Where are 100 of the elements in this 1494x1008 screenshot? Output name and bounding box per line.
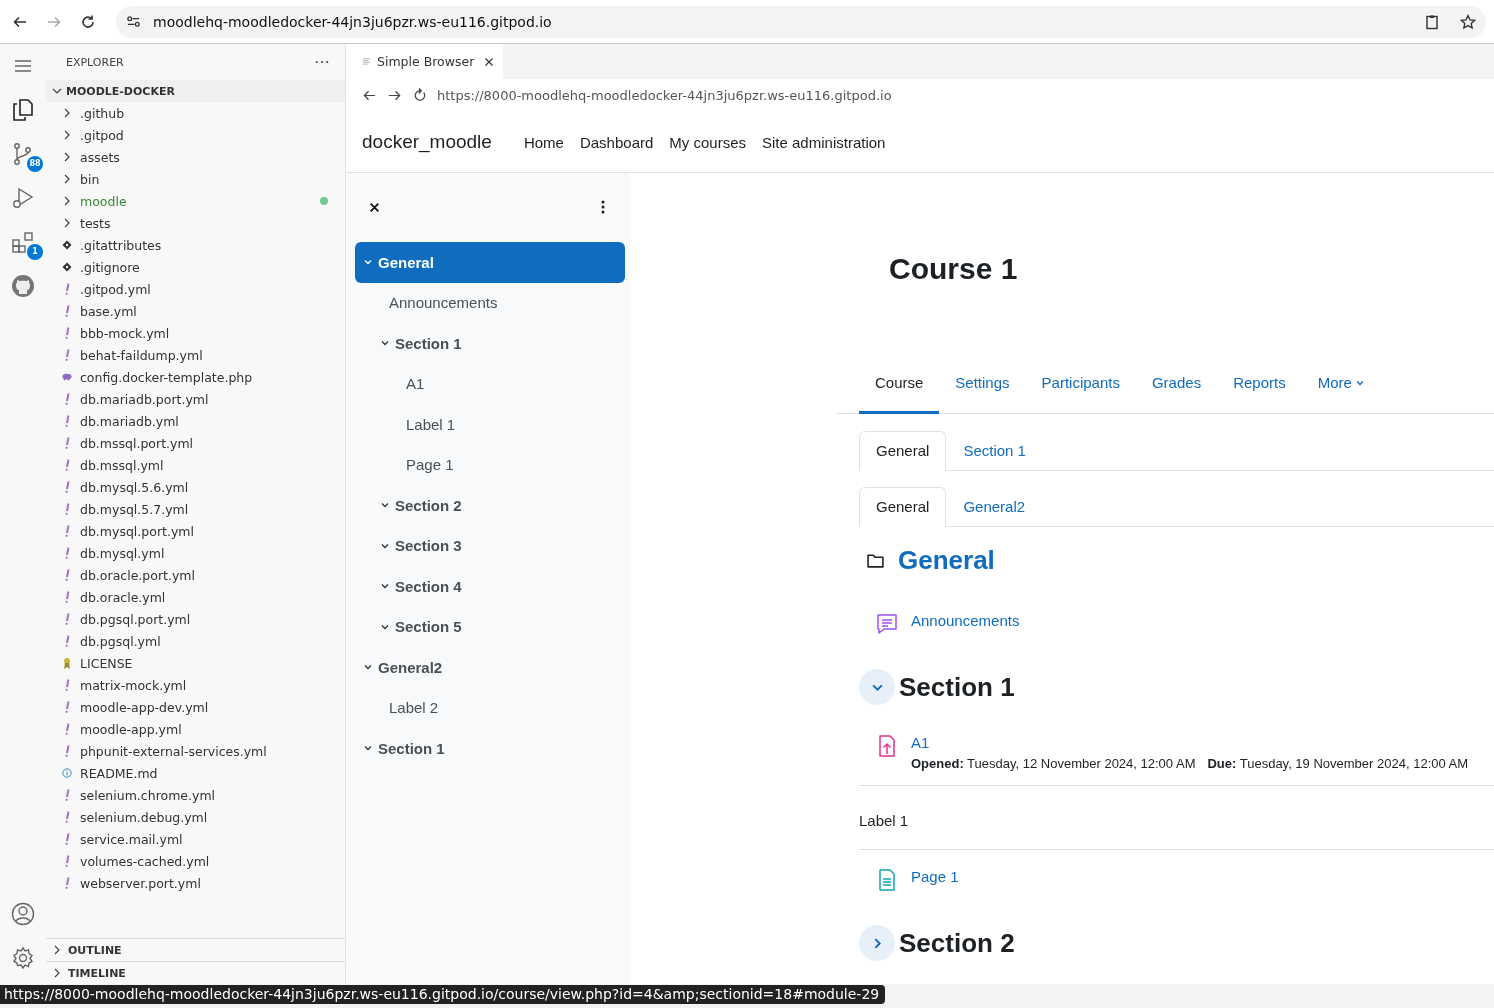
- more-actions-icon[interactable]: [315, 60, 329, 64]
- back-icon[interactable]: [362, 88, 377, 103]
- file-tree-item[interactable]: moodle: [46, 190, 345, 212]
- url-field[interactable]: https://8000-moodlehq-moodledocker-44jn3ju6pzr.ws-eu116.gitpod.io: [437, 88, 892, 103]
- nav-link[interactable]: Home: [523, 133, 564, 151]
- workspace-folder[interactable]: MOODLE-DOCKER: [46, 80, 345, 102]
- file-tree-item[interactable]: selenium.chrome.yml: [46, 784, 345, 806]
- course-index-item[interactable]: Announcements: [355, 282, 625, 323]
- file-tree-item[interactable]: db.mysql.yml: [46, 542, 345, 564]
- file-tree-item[interactable]: .gitattributes: [46, 234, 345, 256]
- chevron-right-icon: [62, 129, 72, 141]
- collapse-toggle-button[interactable]: [859, 925, 895, 961]
- file-tree-item[interactable]: bbb-mock.yml: [46, 322, 345, 344]
- course-tab[interactable]: Grades: [1135, 362, 1218, 414]
- link-status-tooltip: https://8000-moodlehq-moodledocker-44jn3ju6pzr.ws-eu116.gitpod.io/course/view.php?id=4&amp;sectionid=18#module-29: [0, 985, 886, 1004]
- course-tab[interactable]: Reports: [1217, 362, 1302, 414]
- file-tree-item[interactable]: base.yml: [46, 300, 345, 322]
- chevron-right-icon: [62, 195, 72, 207]
- extensions-icon[interactable]: [11, 230, 35, 254]
- file-tree-item[interactable]: LICENSE: [46, 652, 345, 674]
- github-icon[interactable]: [11, 274, 35, 298]
- panel-header[interactable]: OUTLINE: [46, 938, 345, 961]
- file-tree-item[interactable]: db.pgsql.yml: [46, 630, 345, 652]
- kebab-menu-icon[interactable]: [601, 200, 605, 214]
- account-icon[interactable]: [11, 902, 35, 926]
- bookmark-star-icon[interactable]: [1460, 13, 1476, 30]
- file-tree-item[interactable]: moodle-app.yml: [46, 718, 345, 740]
- reload-icon[interactable]: [412, 88, 427, 103]
- file-tree-item[interactable]: volumes-cached.yml: [46, 850, 345, 872]
- section-title: Section 2: [899, 927, 1015, 959]
- course-index-item[interactable]: Section 3: [355, 525, 625, 566]
- close-icon[interactable]: [369, 201, 380, 213]
- section-tab[interactable]: General: [859, 431, 947, 471]
- file-tree-item[interactable]: .github: [46, 102, 345, 124]
- clipboard-icon[interactable]: [1424, 13, 1440, 30]
- close-icon[interactable]: [484, 56, 495, 67]
- section-tab[interactable]: Section 1: [946, 431, 1043, 471]
- file-tree-item[interactable]: .gitpod.yml: [46, 278, 345, 300]
- subsection-tab[interactable]: General: [859, 487, 947, 527]
- file-tree-item[interactable]: behat-faildump.yml: [46, 344, 345, 366]
- file-tree-item[interactable]: moodle-app-dev.yml: [46, 696, 345, 718]
- chevron-right-icon: [62, 107, 72, 119]
- file-tree-item[interactable]: config.docker-template.php: [46, 366, 345, 388]
- folder-icon[interactable]: [867, 553, 884, 568]
- activity-link[interactable]: Announcements: [911, 612, 1020, 629]
- subsection-tab[interactable]: General2: [946, 487, 1043, 527]
- run-debug-icon[interactable]: [11, 186, 35, 210]
- file-tree-item[interactable]: db.pgsql.port.yml: [46, 608, 345, 630]
- course-index-item[interactable]: Page 1: [355, 444, 625, 485]
- file-tree-item[interactable]: bin: [46, 168, 345, 190]
- file-tree-item[interactable]: db.oracle.port.yml: [46, 564, 345, 586]
- course-tab[interactable]: Participants: [1025, 362, 1136, 414]
- site-name[interactable]: docker_moodle: [362, 131, 492, 153]
- file-tree-item[interactable]: tests: [46, 212, 345, 234]
- nav-link[interactable]: My courses: [669, 133, 746, 151]
- file-tree-item[interactable]: assets: [46, 146, 345, 168]
- file-tree-item[interactable]: db.mysql.5.7.yml: [46, 498, 345, 520]
- course-title: Course 1: [889, 252, 1019, 287]
- course-index-item[interactable]: Label 1: [355, 404, 625, 445]
- section-title[interactable]: General: [898, 545, 995, 576]
- address-bar[interactable]: moodlehq-moodledocker-44jn3ju6pzr.ws-eu116.gitpod.io: [116, 5, 1486, 38]
- file-tree-item[interactable]: .gitpod: [46, 124, 345, 146]
- file-tree-item[interactable]: selenium.debug.yml: [46, 806, 345, 828]
- file-tree-item[interactable]: phpunit-external-services.yml: [46, 740, 345, 762]
- course-index-item[interactable]: Label 2: [355, 687, 625, 728]
- file-tree-item[interactable]: webserver.port.yml: [46, 872, 345, 894]
- file-tree-item[interactable]: .gitignore: [46, 256, 345, 278]
- file-tree-item[interactable]: db.mssql.yml: [46, 454, 345, 476]
- file-tree-item[interactable]: db.oracle.yml: [46, 586, 345, 608]
- editor-tab[interactable]: Simple Browser: [346, 44, 504, 79]
- file-tree-item[interactable]: matrix-mock.yml: [46, 674, 345, 696]
- file-tree-item[interactable]: db.mariadb.yml: [46, 410, 345, 432]
- files-icon[interactable]: [11, 98, 35, 122]
- course-index-item[interactable]: Section 1: [355, 728, 625, 769]
- course-tab[interactable]: Course: [859, 362, 940, 414]
- file-tree-item[interactable]: db.mariadb.port.yml: [46, 388, 345, 410]
- forward-icon[interactable]: [387, 88, 402, 103]
- lines-icon: [362, 57, 371, 66]
- file-tree-item[interactable]: README.md: [46, 762, 345, 784]
- course-index-item[interactable]: Section 4: [355, 566, 625, 607]
- course-index-item[interactable]: General2: [355, 647, 625, 688]
- nav-link[interactable]: Dashboard: [579, 133, 654, 151]
- chevron-down-icon: [52, 86, 62, 96]
- file-tree-item[interactable]: db.mssql.port.yml: [46, 432, 345, 454]
- course-tab[interactable]: More: [1301, 362, 1381, 414]
- activity-link[interactable]: Page 1: [911, 868, 959, 885]
- course-index-item[interactable]: A1: [355, 363, 625, 404]
- file-tree-item[interactable]: db.mysql.5.6.yml: [46, 476, 345, 498]
- course-tab[interactable]: Settings: [939, 362, 1026, 414]
- course-index-item[interactable]: Section 1: [355, 323, 625, 364]
- course-index-item[interactable]: General: [355, 242, 625, 283]
- course-index-item[interactable]: Section 2: [355, 485, 625, 526]
- settings-icon[interactable]: [11, 946, 35, 970]
- file-tree-item[interactable]: db.mysql.port.yml: [46, 520, 345, 542]
- nav-link[interactable]: Site administration: [762, 133, 886, 151]
- activity-link[interactable]: A1: [911, 734, 1469, 751]
- course-index-item[interactable]: Section 5: [355, 606, 625, 647]
- file-tree-item[interactable]: service.mail.yml: [46, 828, 345, 850]
- chevron-right-icon: [52, 945, 62, 955]
- collapse-toggle-button[interactable]: [859, 669, 895, 705]
